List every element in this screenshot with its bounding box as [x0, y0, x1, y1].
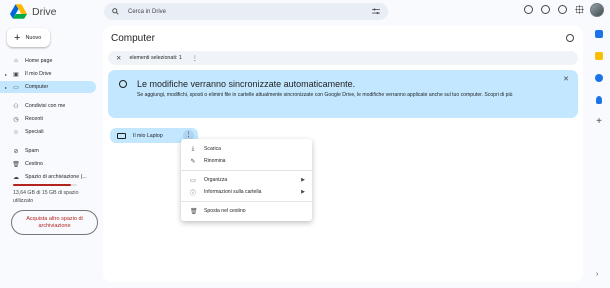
search-options-icon[interactable] — [372, 8, 380, 15]
close-icon[interactable]: ✕ — [563, 75, 569, 83]
search-input[interactable]: Cerca in Drive — [128, 9, 372, 15]
menu-item-download[interactable]: ⤓ Scarica — [181, 143, 312, 155]
menu-item-rename[interactable]: ✎ Rinomina — [181, 155, 312, 167]
star-icon: ☆ — [13, 129, 19, 136]
folder-icon: ▭ — [190, 177, 196, 184]
settings-icon[interactable] — [558, 5, 567, 14]
details-info-icon[interactable] — [566, 34, 574, 42]
sidebar-item-my-drive[interactable]: ▸ ▣ Il mio Drive — [0, 68, 100, 80]
sidebar-item-label: Spazio di archiviazione (... — [25, 174, 87, 180]
cloud-icon: ☁ — [13, 174, 19, 181]
selection-bar: ✕ elementi selezionati: 1 ⋮ — [108, 51, 578, 65]
laptop-icon — [117, 132, 126, 139]
menu-item-label: Informazioni sulla cartella — [204, 189, 262, 195]
sidebar-item-shared[interactable]: ⚇ Condivisi con me — [0, 100, 100, 112]
keep-icon[interactable] — [595, 52, 603, 60]
account-avatar[interactable] — [590, 3, 604, 17]
home-icon: ⌂ — [14, 58, 18, 64]
sidebar-item-trash[interactable]: 🗑︎ Cestino — [0, 158, 100, 170]
menu-item-move-to-trash[interactable]: 🗑︎ Sposta nel cestino — [181, 205, 312, 217]
sidebar: ⌂ Home page ▸ ▣ Il mio Drive ▸ ▭ Compute… — [0, 55, 100, 184]
sidebar-item-label: Computer — [25, 84, 49, 90]
sidebar-item-label: Cestino — [25, 161, 43, 167]
menu-item-folder-info[interactable]: ⓘ Informazioni sulla cartella ▶ — [181, 186, 312, 198]
menu-item-organize[interactable]: ▭ Organizza ▶ — [181, 174, 312, 186]
device-name: Il mio Laptop — [133, 132, 163, 139]
sync-info-banner: Le modifiche verranno sincronizzate auto… — [108, 70, 578, 118]
menu-item-label: Scarica — [204, 146, 221, 152]
menu-divider — [181, 170, 312, 171]
sidebar-item-storage[interactable]: ☁ Spazio di archiviazione (... — [0, 171, 100, 183]
expand-caret-icon[interactable]: ▸ — [5, 85, 7, 90]
selection-count: elementi selezionati: 1 — [129, 55, 182, 61]
menu-item-label: Organizza — [204, 177, 228, 183]
menu-item-label: Rinomina — [204, 158, 226, 164]
tasks-icon[interactable] — [595, 74, 603, 82]
info-icon: ⓘ — [190, 190, 197, 197]
sidebar-item-label: Home page — [25, 58, 53, 64]
download-icon: ⤓ — [191, 145, 195, 152]
side-panel-rail: + — [592, 30, 606, 127]
sidebar-item-home[interactable]: ⌂ Home page — [0, 55, 100, 67]
storage-quota-fill — [13, 184, 72, 186]
menu-item-label: Sposta nel cestino — [204, 208, 246, 214]
rename-icon: ✎ — [190, 158, 196, 165]
sidebar-item-label: Speciali — [25, 129, 44, 135]
more-actions-icon[interactable]: ⋮ — [192, 55, 198, 62]
submenu-arrow-icon: ▶ — [301, 177, 305, 183]
expand-caret-icon[interactable]: ▸ — [5, 72, 7, 77]
apps-grid-icon[interactable] — [575, 5, 584, 14]
storage-quota-text: 13,64 GB di 15 GB di spazio utilizzato — [13, 190, 79, 204]
add-addon-icon[interactable]: + — [596, 117, 602, 127]
trash-icon: 🗑︎ — [190, 208, 198, 215]
new-button-label: Nuovo — [25, 34, 42, 41]
sidebar-item-starred[interactable]: ☆ Speciali — [0, 126, 100, 138]
search-icon[interactable] — [112, 8, 119, 15]
search-bar[interactable]: Cerca in Drive — [104, 3, 388, 20]
page-title: Computer — [111, 33, 155, 44]
sidebar-item-label: Spam — [25, 148, 39, 154]
my-drive-icon: ▣ — [13, 71, 19, 78]
menu-divider — [181, 201, 312, 202]
info-icon — [119, 80, 127, 88]
clear-selection-icon[interactable]: ✕ — [116, 54, 121, 62]
sidebar-item-label: Il mio Drive — [25, 71, 52, 77]
calendar-icon[interactable] — [595, 30, 603, 38]
submenu-arrow-icon: ▶ — [301, 189, 305, 195]
plus-icon: + — [14, 31, 21, 44]
new-button[interactable]: + Nuovo — [7, 28, 50, 47]
sidebar-item-label: Recenti — [25, 116, 43, 122]
shared-icon: ⚇ — [13, 103, 19, 110]
contacts-icon[interactable] — [596, 96, 602, 104]
help-icon[interactable] — [541, 5, 550, 14]
drive-logo-icon — [10, 4, 27, 19]
app-name: Drive — [32, 5, 57, 18]
sidebar-item-label: Condivisi con me — [25, 103, 66, 109]
trash-icon: 🗑︎ — [12, 161, 20, 168]
main-content: Computer ✕ elementi selezionati: 1 ⋮ Le … — [103, 26, 583, 282]
buy-storage-button[interactable]: Acquista altro spazio di archiviazione — [11, 210, 98, 235]
computer-icon: ▭ — [13, 84, 19, 91]
context-menu: ⤓ Scarica ✎ Rinomina ▭ Organizza ▶ ⓘ Inf… — [181, 139, 312, 221]
chevron-right-icon[interactable]: › — [596, 271, 598, 278]
banner-body: Se aggiungi, modifichi, sposti o elimini… — [137, 92, 513, 98]
clock-icon: ◷ — [13, 116, 19, 123]
sidebar-item-spam[interactable]: ⊘ Spam — [0, 145, 100, 157]
spam-icon: ⊘ — [13, 148, 19, 155]
banner-title: Le modifiche verranno sincronizzate auto… — [137, 79, 356, 89]
sidebar-item-computer[interactable]: ▸ ▭ Computer — [0, 81, 96, 93]
drive-logo[interactable]: Drive — [10, 4, 57, 19]
storage-quota-bar — [13, 184, 77, 186]
offline-status-icon[interactable] — [524, 5, 533, 14]
sidebar-item-recent[interactable]: ◷ Recenti — [0, 113, 100, 125]
